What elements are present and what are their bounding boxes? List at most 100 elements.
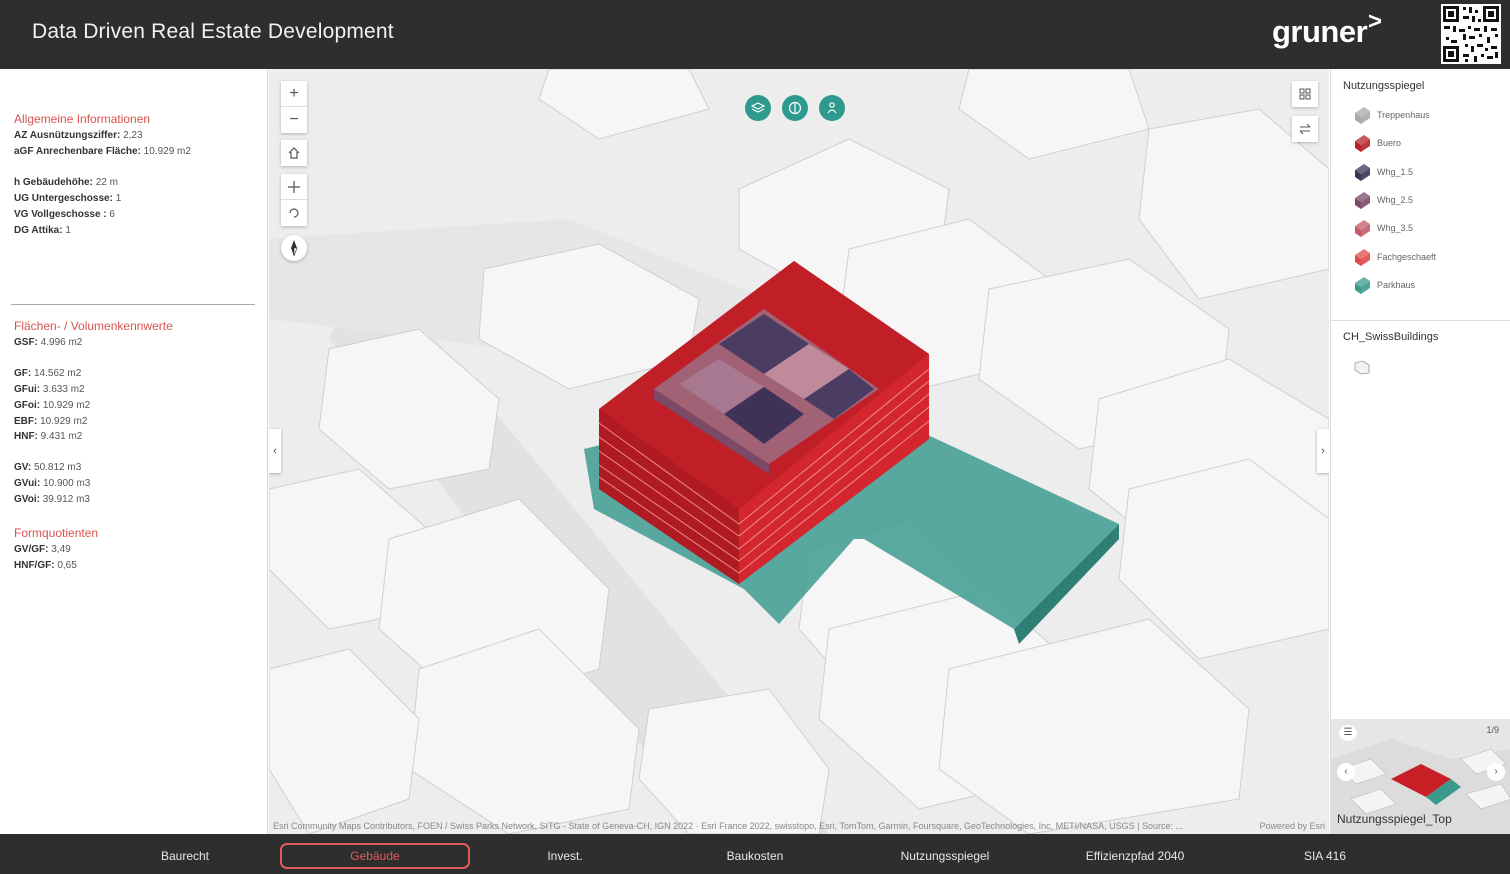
- grid-icon: [1299, 88, 1311, 100]
- legend-panel: Nutzungsspiegel Treppenhaus Buero Whg_1.5 W…: [1330, 69, 1510, 834]
- home-button[interactable]: [281, 140, 307, 166]
- nav-tab-invest[interactable]: Invest.: [470, 843, 660, 869]
- swap-icon: [1299, 123, 1311, 135]
- nav-tab-nutzungsspiegel[interactable]: Nutzungsspiegel: [850, 843, 1040, 869]
- nav-tab-geb-ude[interactable]: Gebäude: [280, 843, 470, 869]
- rotate-button[interactable]: [281, 200, 307, 226]
- legend-item: Whg_3.5: [1353, 217, 1413, 239]
- collapse-right-button[interactable]: ›: [1317, 429, 1329, 473]
- zoom-control: + −: [281, 81, 307, 133]
- legend-item: Whg_1.5: [1353, 161, 1413, 183]
- slide-caption: Nutzungsspiegel_Top: [1337, 812, 1452, 826]
- zoom-in-button[interactable]: +: [281, 81, 307, 107]
- compass-button[interactable]: [281, 235, 307, 261]
- globe-icon: [788, 101, 802, 115]
- nav-tab-baukosten[interactable]: Baukosten: [660, 843, 850, 869]
- info-row: DG Attika: 1: [14, 225, 71, 236]
- bottom-nav: Baurecht Gebäude Invest. Baukosten Nutzungss…: [0, 834, 1510, 874]
- legend-item: Fachgeschaeft: [1353, 246, 1436, 268]
- layers-icon: [751, 102, 765, 113]
- section-title-allgemein: Allgemeine Informationen: [14, 112, 151, 126]
- chevron-left-icon: ‹: [273, 445, 277, 457]
- info-row: GSF: 4.996 m2: [14, 337, 83, 348]
- nav-tab-sia-416[interactable]: SIA 416: [1230, 843, 1420, 869]
- list-icon: ☰: [1343, 727, 1353, 738]
- powered-by-esri[interactable]: Powered by Esri: [1259, 821, 1325, 831]
- info-row: GVoi: 39.912 m3: [14, 494, 90, 505]
- nav-tab-effizienzpfad-2040[interactable]: Effizienzpfad 2040: [1040, 843, 1230, 869]
- compare-button[interactable]: [1292, 116, 1318, 142]
- info-row: aGF Anrechenbare Fläche: 10.929 m2: [14, 146, 191, 157]
- legend-label: Parkhaus: [1377, 279, 1416, 290]
- info-row: AZ Ausnützungsziffer: 2,23: [14, 130, 143, 141]
- legend-label: Whg_2.5: [1377, 194, 1414, 205]
- info-row: HNF: 9.431 m2: [14, 431, 83, 442]
- next-slide-button[interactable]: ›: [1487, 763, 1505, 781]
- legend-label: Buero: [1377, 138, 1402, 149]
- info-row: EBF: 10.929 m2: [14, 416, 88, 427]
- legend-label: Whg_3.5: [1377, 223, 1414, 234]
- legend-item: Buero: [1353, 132, 1401, 154]
- info-row: h Gebäudehöhe: 22 m: [14, 177, 118, 188]
- legend-label: Treppenhaus: [1377, 110, 1430, 120]
- logo-text: gruner: [1272, 14, 1368, 49]
- swatch-icon: [1355, 107, 1370, 124]
- map-view[interactable]: + − ‹ › Esri Community Maps Contributors…: [269, 69, 1329, 834]
- grid-button[interactable]: [1292, 81, 1318, 107]
- slide-counter: 1/9: [1486, 725, 1499, 735]
- swatch-icon: [1355, 135, 1370, 153]
- info-row: GVui: 10.900 m3: [14, 478, 91, 489]
- gruner-logo: gruner >: [1272, 8, 1382, 50]
- qr-code: [1441, 4, 1501, 64]
- person-icon: [827, 102, 837, 114]
- divider: [11, 304, 255, 305]
- chevron-right-icon: ›: [1494, 766, 1498, 777]
- map-attribution[interactable]: Esri Community Maps Contributors, FOEN /…: [273, 821, 1325, 831]
- legend-item: Whg_2.5: [1353, 189, 1413, 211]
- app-title: Data Driven Real Estate Development: [32, 20, 394, 43]
- list-button[interactable]: ☰: [1339, 725, 1357, 741]
- prev-slide-button[interactable]: ‹: [1337, 763, 1355, 781]
- collapse-left-button[interactable]: ‹: [269, 429, 281, 473]
- swatch-icon: [1355, 191, 1370, 209]
- info-row: GFui: 3.633 m2: [14, 384, 85, 395]
- chevron-right-icon: ›: [1321, 445, 1325, 457]
- swatch-icon: [1355, 276, 1370, 294]
- 3d-scene[interactable]: [269, 69, 1329, 834]
- layers-button[interactable]: [745, 95, 771, 121]
- pan-button[interactable]: [281, 174, 307, 200]
- info-row: VG Vollgeschosse : 6: [14, 209, 115, 220]
- swatch-icon: [1355, 163, 1370, 181]
- info-row: UG Untergeschosse: 1: [14, 193, 122, 204]
- basemap-button[interactable]: [782, 95, 808, 121]
- chevron-left-icon: ‹: [1344, 766, 1348, 777]
- rotate-icon: [289, 208, 299, 218]
- zoom-out-button[interactable]: −: [281, 107, 307, 133]
- navigation-control: [281, 174, 307, 226]
- section-title-flaechen: Flächen- / Volumenkennwerte: [14, 319, 173, 333]
- info-row: GFoi: 10.929 m2: [14, 400, 91, 411]
- nav-tab-baurecht[interactable]: Baurecht: [90, 843, 280, 869]
- layer-title-swissbuildings: CH_SwissBuildings: [1343, 331, 1439, 343]
- legend-label: Fachgeschaeft: [1377, 251, 1437, 262]
- section-title-formquotienten: Formquotienten: [14, 526, 99, 540]
- compass-control[interactable]: [281, 235, 307, 261]
- home-control: [281, 140, 307, 166]
- home-icon: [288, 147, 300, 159]
- app-header: Data Driven Real Estate Development grun…: [0, 0, 1510, 69]
- info-row: GF: 14.562 m2: [14, 368, 82, 379]
- info-row: GV/GF: 3,49: [14, 544, 71, 555]
- legend-item: Treppenhaus: [1353, 104, 1430, 126]
- info-row: HNF/GF: 0,65: [14, 560, 77, 571]
- swatch-icon: [1355, 248, 1370, 266]
- legend-title: Nutzungsspiegel: [1343, 80, 1425, 92]
- divider: [1331, 320, 1510, 321]
- legend-label: Whg_1.5: [1377, 166, 1414, 177]
- person-button[interactable]: [819, 95, 845, 121]
- legend-item: Parkhaus: [1353, 274, 1415, 296]
- building-swatch-icon: [1354, 360, 1370, 375]
- swatch-icon: [1355, 220, 1370, 238]
- minimap[interactable]: ☰ 1/9 ‹ › Nutzungsspiegel_Top: [1331, 719, 1510, 834]
- logo-mark: >: [1368, 8, 1382, 35]
- info-row: GV: 50.812 m3: [14, 462, 82, 473]
